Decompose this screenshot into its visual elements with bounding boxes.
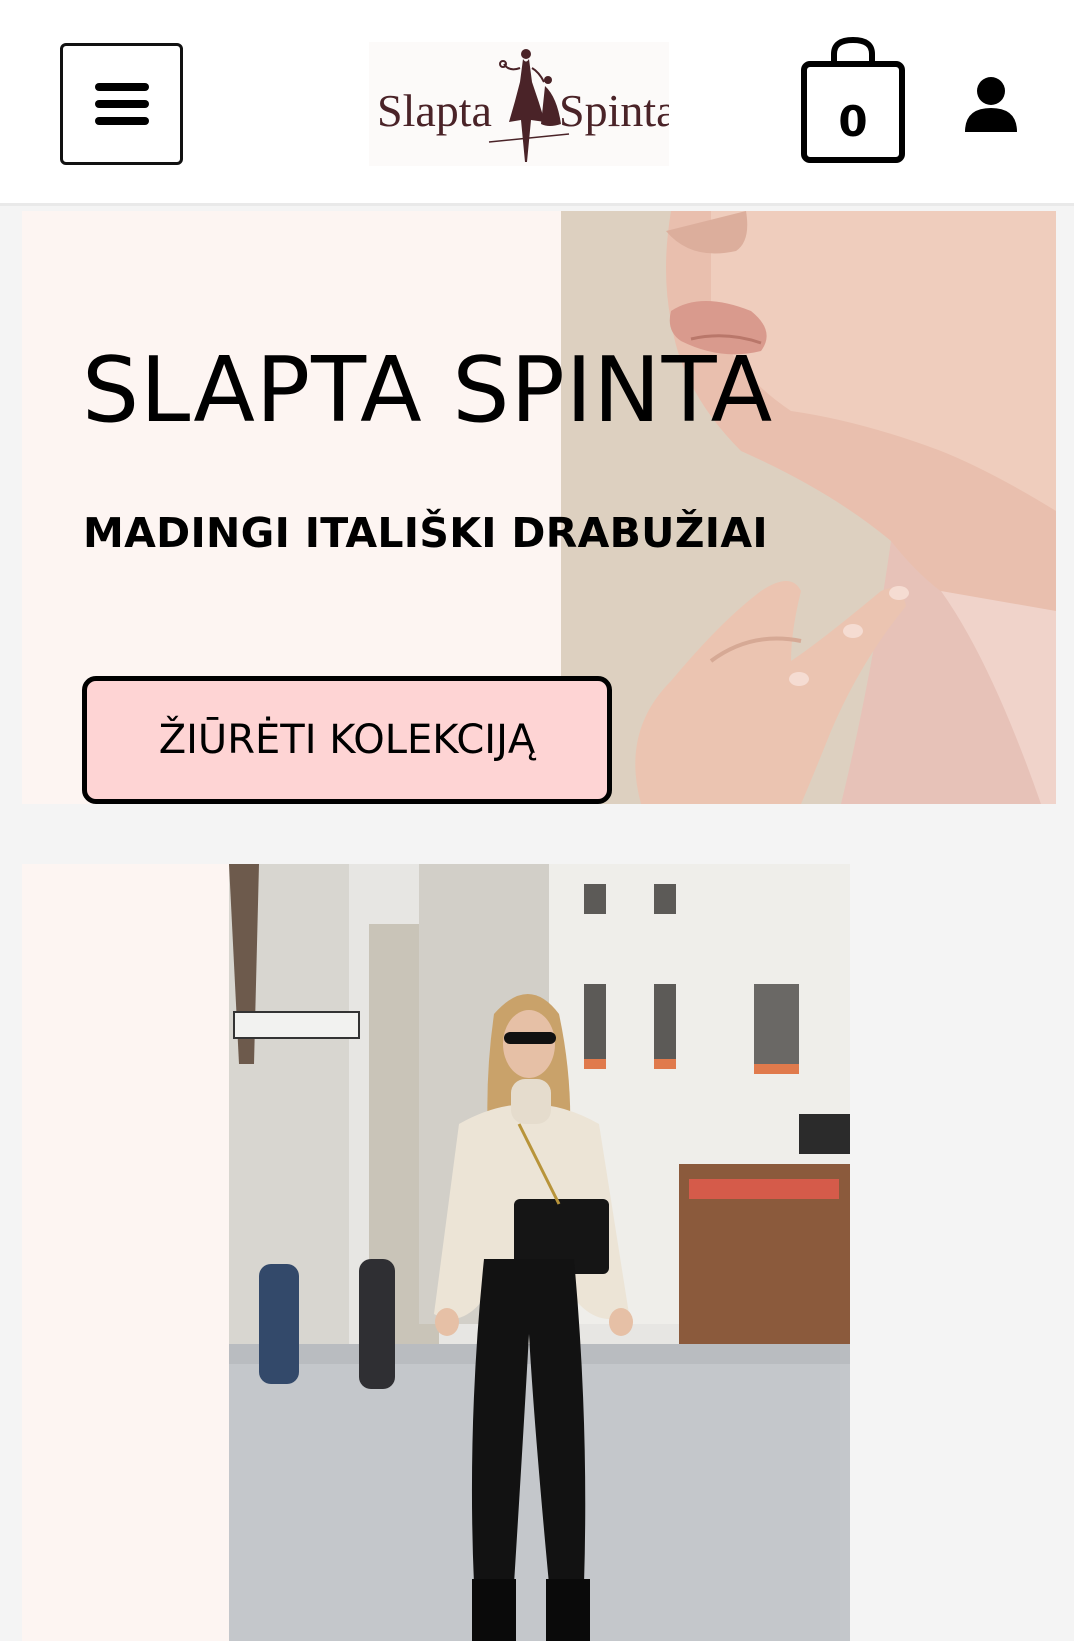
account-button[interactable]: [962, 76, 1020, 134]
view-collection-button[interactable]: ŽIŪRĖTI KOLEKCIJĄ: [82, 676, 612, 804]
banner-accent-panel: [22, 864, 229, 1641]
street-style-photo[interactable]: [229, 864, 850, 1641]
menu-button[interactable]: [60, 43, 183, 165]
hero-title: SLAPTA SPINTA: [82, 338, 774, 443]
user-icon: [965, 77, 1017, 132]
hero-banner: SLAPTA SPINTA MADINGI ITALIŠKI DRABUŽIAI…: [22, 211, 1056, 804]
hamburger-menu-icon: [94, 83, 149, 125]
street-style-banner: [22, 864, 1056, 1641]
logo-text-left: Slapta: [377, 85, 492, 136]
cart-button[interactable]: 0: [800, 36, 906, 166]
site-header: Slapta Spinta 0: [0, 0, 1074, 206]
fashion-silhouette-logo-icon: [488, 49, 570, 162]
cart-count: 0: [838, 96, 868, 146]
site-logo[interactable]: Slapta Spinta: [369, 42, 677, 166]
hero-photo: [561, 211, 1056, 804]
logo-text-right: Spinta: [559, 85, 669, 136]
hero-subtitle: MADINGI ITALIŠKI DRABUŽIAI: [83, 509, 768, 557]
